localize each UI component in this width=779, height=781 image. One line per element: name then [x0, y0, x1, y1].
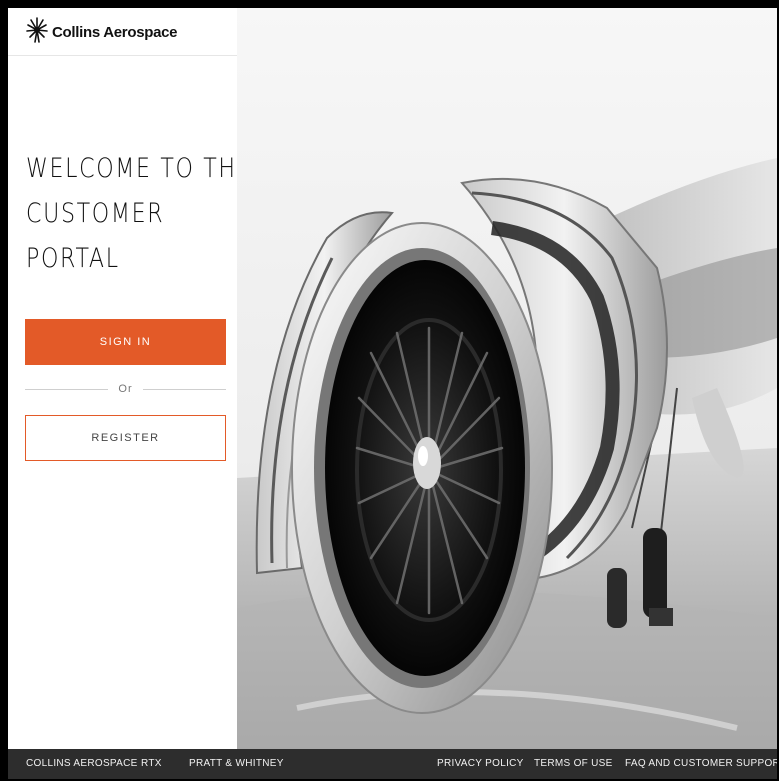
or-divider: Or: [25, 381, 227, 397]
welcome-heading: WELCOME TO THE CUSTOMER PORTAL: [26, 146, 253, 281]
divider-line: [142, 388, 227, 390]
footer-link-pratt-whitney[interactable]: PRATT & WHITNEY: [189, 749, 284, 779]
sign-in-button[interactable]: SIGN IN: [25, 319, 226, 365]
brand-logo[interactable]: Collins Aerospace: [26, 16, 178, 49]
footer-link-terms-of-use[interactable]: TERMS OF USE: [534, 749, 613, 779]
collins-starburst-icon: [26, 16, 48, 49]
left-panel: Collins Aerospace WELCOME TO THE CUSTOME…: [8, 8, 253, 749]
footer-link-collins-aerospace[interactable]: COLLINS AEROSPACE: [26, 749, 138, 779]
footer-link-rtx[interactable]: RTX: [141, 749, 162, 779]
welcome-line: WELCOME TO THE: [26, 153, 253, 184]
footer: COLLINS AEROSPACE RTX PRATT & WHITNEY PR…: [8, 749, 777, 779]
or-label: Or: [118, 383, 133, 395]
hero-image: [237, 8, 777, 749]
header: Collins Aerospace: [8, 8, 237, 56]
welcome-line: PORTAL: [26, 243, 120, 274]
brand-name: Collins Aerospace: [52, 24, 178, 41]
welcome-line: CUSTOMER: [26, 198, 165, 229]
jet-engine-photo: [237, 8, 777, 749]
page-frame: Collins Aerospace WELCOME TO THE CUSTOME…: [8, 8, 777, 779]
divider-line: [25, 388, 109, 390]
register-button[interactable]: REGISTER: [25, 415, 226, 461]
footer-link-faq-support[interactable]: FAQ AND CUSTOMER SUPPORT: [625, 749, 777, 779]
footer-link-privacy-policy[interactable]: PRIVACY POLICY: [437, 749, 524, 779]
